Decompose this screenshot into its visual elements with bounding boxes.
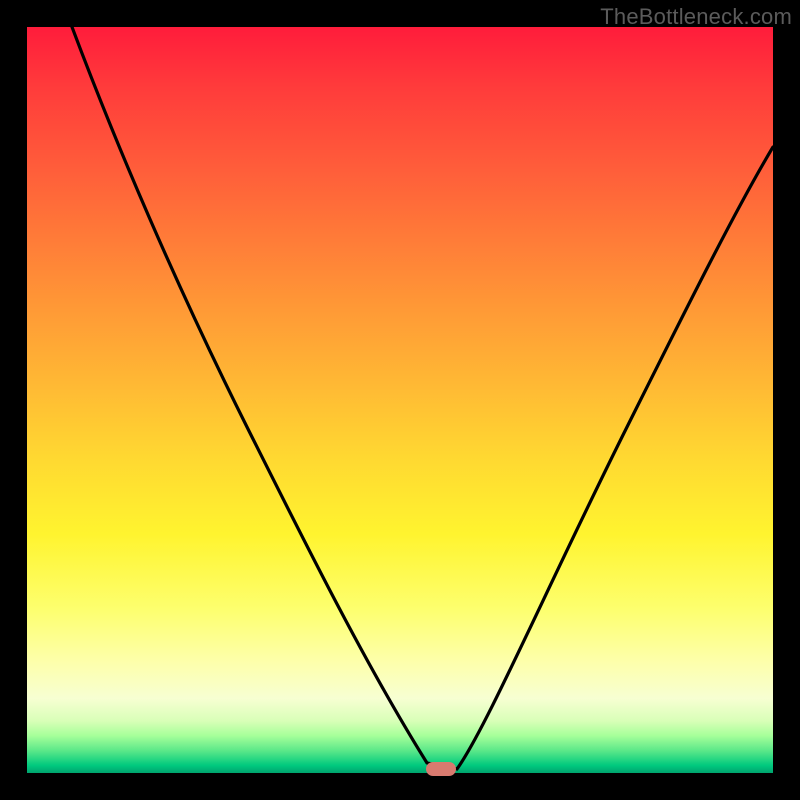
bottleneck-curve	[27, 27, 773, 773]
chart-frame: TheBottleneck.com	[0, 0, 800, 800]
watermark-text: TheBottleneck.com	[600, 4, 792, 30]
plot-area	[27, 27, 773, 773]
optimal-point-marker	[426, 762, 456, 776]
